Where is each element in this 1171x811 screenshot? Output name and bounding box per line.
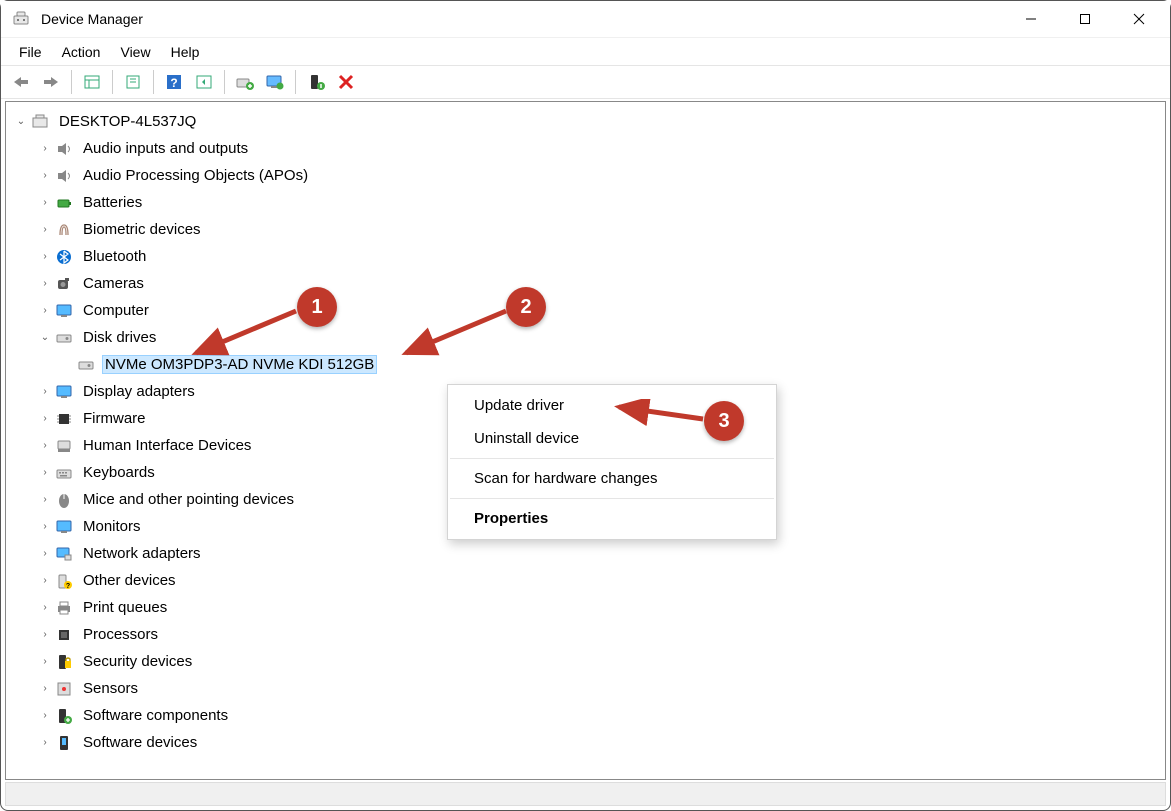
tree-item-audio-processing[interactable]: › Audio Processing Objects (APOs) (6, 162, 1165, 189)
monitor-icon (54, 517, 74, 537)
tree-item-cameras[interactable]: › Cameras (6, 270, 1165, 297)
annotation-bubble-1: 1 (297, 287, 337, 327)
context-properties[interactable]: Properties (448, 502, 776, 535)
show-hidden-button[interactable] (78, 68, 106, 96)
tree-item-audio-inputs[interactable]: › Audio inputs and outputs (6, 135, 1165, 162)
tree-item-batteries[interactable]: › Batteries (6, 189, 1165, 216)
chevron-right-icon[interactable]: › (36, 602, 54, 613)
keyboard-icon (54, 463, 74, 483)
app-icon (11, 9, 31, 29)
tree-item-network[interactable]: › Network adapters (6, 540, 1165, 567)
chevron-right-icon[interactable]: › (36, 386, 54, 397)
chevron-right-icon[interactable]: › (36, 548, 54, 559)
disk-icon (76, 355, 96, 375)
computer-root-icon (30, 112, 50, 132)
speaker-icon (54, 139, 74, 159)
chevron-right-icon[interactable]: › (36, 467, 54, 478)
svg-text:?: ? (170, 76, 177, 90)
chevron-right-icon[interactable]: › (36, 440, 54, 451)
chevron-right-icon[interactable]: › (36, 224, 54, 235)
properties-button[interactable] (119, 68, 147, 96)
fingerprint-icon (54, 220, 74, 240)
menu-bar: File Action View Help (1, 37, 1170, 65)
context-scan-hardware[interactable]: Scan for hardware changes (448, 462, 776, 495)
speaker-icon (54, 166, 74, 186)
monitor-icon (54, 301, 74, 321)
scan-button[interactable] (261, 68, 289, 96)
hid-icon (54, 436, 74, 456)
bluetooth-icon (54, 247, 74, 267)
component-icon (54, 706, 74, 726)
tree-root[interactable]: ⌄ DESKTOP-4L537JQ (6, 108, 1165, 135)
action-button[interactable] (190, 68, 218, 96)
update-driver-button[interactable] (231, 68, 259, 96)
help-button[interactable]: ? (160, 68, 188, 96)
back-button[interactable] (7, 68, 35, 96)
title-bar: Device Manager (1, 1, 1170, 37)
menu-help[interactable]: Help (161, 40, 210, 64)
window-title: Device Manager (41, 11, 143, 27)
tree-item-biometric[interactable]: › Biometric devices (6, 216, 1165, 243)
disk-icon (54, 328, 74, 348)
sensor-icon (54, 679, 74, 699)
menu-view[interactable]: View (110, 40, 160, 64)
chevron-right-icon[interactable]: › (36, 710, 54, 721)
cpu-icon (54, 625, 74, 645)
chevron-right-icon[interactable]: › (36, 575, 54, 586)
annotation-bubble-2: 2 (506, 287, 546, 327)
camera-icon (54, 274, 74, 294)
tree-item-processors[interactable]: › Processors (6, 621, 1165, 648)
context-separator (450, 498, 774, 499)
chevron-right-icon[interactable]: › (36, 494, 54, 505)
menu-file[interactable]: File (9, 40, 52, 64)
chevron-right-icon[interactable]: › (36, 251, 54, 262)
chevron-right-icon[interactable]: › (36, 629, 54, 640)
menu-action[interactable]: Action (52, 40, 111, 64)
software-device-icon (54, 733, 74, 753)
tree-item-print-queues[interactable]: › Print queues (6, 594, 1165, 621)
unknown-device-icon: ? (54, 571, 74, 591)
chevron-down-icon[interactable]: ⌄ (36, 332, 54, 343)
tree-item-nvme-drive[interactable]: NVMe OM3PDP3-AD NVMe KDI 512GB (6, 351, 1165, 378)
close-button[interactable] (1112, 1, 1166, 37)
tree-item-bluetooth[interactable]: › Bluetooth (6, 243, 1165, 270)
tree-item-software-components[interactable]: › Software components (6, 702, 1165, 729)
chevron-right-icon[interactable]: › (36, 656, 54, 667)
tree-root-label: DESKTOP-4L537JQ (56, 112, 199, 131)
chevron-right-icon[interactable]: › (36, 413, 54, 424)
chevron-right-icon[interactable]: › (36, 683, 54, 694)
mouse-icon (54, 490, 74, 510)
chevron-right-icon[interactable]: › (36, 278, 54, 289)
context-separator (450, 458, 774, 459)
toolbar: ? (1, 65, 1170, 99)
security-icon (54, 652, 74, 672)
gpu-icon (54, 382, 74, 402)
tree-item-disk-drives[interactable]: ⌄ Disk drives (6, 324, 1165, 351)
chevron-right-icon[interactable]: › (36, 737, 54, 748)
chevron-right-icon[interactable]: › (36, 521, 54, 532)
tree-item-sensors[interactable]: › Sensors (6, 675, 1165, 702)
chevron-right-icon[interactable]: › (36, 143, 54, 154)
annotation-bubble-3: 3 (704, 401, 744, 441)
tree-item-software-devices[interactable]: › Software devices (6, 729, 1165, 756)
printer-icon (54, 598, 74, 618)
minimize-button[interactable] (1004, 1, 1058, 37)
chevron-right-icon[interactable]: › (36, 197, 54, 208)
chevron-right-icon[interactable]: › (36, 170, 54, 181)
maximize-button[interactable] (1058, 1, 1112, 37)
status-bar (5, 782, 1166, 806)
chevron-down-icon[interactable]: ⌄ (12, 116, 30, 127)
uninstall-button[interactable] (332, 68, 360, 96)
tree-item-computer[interactable]: › Computer (6, 297, 1165, 324)
svg-text:?: ? (66, 583, 70, 590)
chevron-right-icon[interactable]: › (36, 305, 54, 316)
enable-button[interactable] (302, 68, 330, 96)
forward-button[interactable] (37, 68, 65, 96)
chip-icon (54, 409, 74, 429)
tree-item-security[interactable]: › Security devices (6, 648, 1165, 675)
battery-icon (54, 193, 74, 213)
tree-item-other-devices[interactable]: › ? Other devices (6, 567, 1165, 594)
network-icon (54, 544, 74, 564)
